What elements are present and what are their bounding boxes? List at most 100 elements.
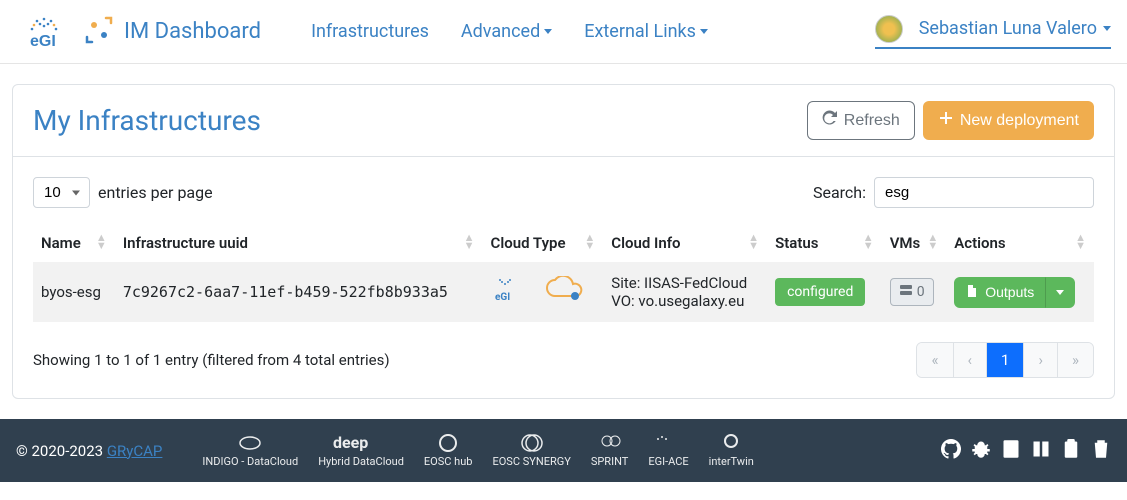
sort-icon: ▲▼ — [748, 234, 759, 250]
cell-vms: 0 — [882, 262, 947, 322]
pagination: « ‹ 1 › » — [916, 342, 1094, 378]
caret-down-icon — [1103, 26, 1111, 31]
sort-icon: ▲▼ — [464, 234, 475, 250]
col-actions[interactable]: Actions ▲▼ — [946, 224, 1094, 262]
footer-logo-indigo: INDIGO - DataCloud — [202, 433, 298, 468]
caret-down-icon — [700, 29, 708, 34]
footer-logos: INDIGO - DataCloud deepHybrid DataCloud … — [202, 433, 921, 468]
egi-logo-icon: eGI — [16, 14, 74, 50]
refresh-button[interactable]: Refresh — [807, 101, 915, 140]
col-uuid[interactable]: Infrastructure uuid ▲▼ — [115, 224, 483, 262]
plus-icon — [938, 110, 954, 131]
table-row: byos-esg 7c9267c2-6aa7-11ef-b459-522fb8b… — [33, 262, 1094, 322]
trash-icon[interactable] — [1091, 439, 1111, 463]
footer-logo-label: interTwin — [709, 455, 754, 468]
outputs-label: Outputs — [985, 284, 1034, 300]
footer-logo-label: EGI-ACE — [648, 455, 688, 468]
page-current[interactable]: 1 — [987, 343, 1024, 377]
col-vms-label: VMs — [890, 234, 921, 252]
col-cloud-type[interactable]: Cloud Type ▲▼ — [483, 224, 604, 262]
col-name-label: Name — [41, 234, 81, 252]
grycap-link[interactable]: GRyCAP — [107, 442, 163, 460]
nav-advanced[interactable]: Advanced — [461, 21, 552, 42]
cell-uuid: 7c9267c2-6aa7-11ef-b459-522fb8b933a5 — [115, 262, 483, 322]
navbar: eGI IM Dashboard Infrastructures Advance… — [0, 0, 1127, 64]
footer-logo-intertwin: interTwin — [709, 433, 754, 468]
github-icon[interactable] — [941, 439, 961, 463]
col-actions-label: Actions — [954, 234, 1005, 252]
col-status[interactable]: Status▲▼ — [767, 224, 882, 262]
brand-link[interactable]: eGI IM Dashboard — [16, 14, 261, 50]
bug-icon[interactable] — [971, 439, 991, 463]
user-name-dropdown: Sebastian Luna Valero — [919, 18, 1111, 39]
vm-badge[interactable]: 0 — [890, 278, 934, 306]
sort-icon: ▲▼ — [927, 234, 938, 250]
caret-down-icon — [1056, 290, 1064, 295]
cell-cloud-type: eGI — [483, 262, 604, 322]
entries-per-page-control: 10 entries per page — [33, 177, 213, 208]
footer-logo-label: SPRINT — [591, 455, 629, 468]
nav-links: Infrastructures Advanced External Links — [311, 21, 708, 42]
nav-user-dropdown[interactable]: Sebastian Luna Valero — [875, 15, 1111, 49]
sort-icon: ▲▼ — [584, 234, 595, 250]
im-logo-icon — [84, 15, 114, 49]
table-header-row: Name ▲▼ Infrastructure uuid ▲▼ Cloud Type ▲… — [33, 224, 1094, 262]
nav-infrastructures[interactable]: Infrastructures — [311, 21, 429, 42]
col-uuid-label: Infrastructure uuid — [123, 234, 248, 252]
cell-name: byos-esg — [33, 262, 115, 322]
table-controls: 10 entries per page Search: — [33, 177, 1094, 208]
table-info: Showing 1 to 1 of 1 entry (filtered from… — [33, 351, 390, 369]
col-vms[interactable]: VMs ▲▼ — [882, 224, 947, 262]
footer: © 2020-2023 GRyCAP INDIGO - DataCloud de… — [0, 419, 1127, 482]
outputs-button[interactable]: Outputs — [954, 277, 1045, 308]
search-input[interactable] — [874, 177, 1094, 208]
vm-count: 0 — [917, 284, 925, 300]
copyright: © 2020-2023 GRyCAP — [16, 442, 162, 460]
footer-logo-eosc-synergy: EOSC SYNERGY — [492, 433, 570, 468]
nav-advanced-label: Advanced — [461, 21, 540, 42]
page-next[interactable]: › — [1024, 343, 1058, 377]
sort-icon: ▲▼ — [96, 234, 107, 250]
book-icon[interactable] — [1031, 439, 1051, 463]
footer-logo-label: EOSC hub — [424, 455, 473, 468]
sort-icon: ▲▼ — [1075, 234, 1086, 250]
cloud-info-site: Site: IISAS-FedCloud — [611, 274, 759, 292]
nav-external-links-label: External Links — [584, 21, 696, 42]
card-actions: Refresh New deployment — [807, 101, 1094, 140]
entries-label: entries per page — [98, 183, 213, 202]
page-first[interactable]: « — [917, 343, 953, 377]
refresh-label: Refresh — [844, 112, 900, 130]
footer-logo-label: Hybrid DataCloud — [318, 455, 404, 468]
search-control: Search: — [813, 177, 1094, 208]
col-name[interactable]: Name ▲▼ — [33, 224, 115, 262]
page-prev[interactable]: ‹ — [954, 343, 988, 377]
page-title: My Infrastructures — [33, 104, 261, 137]
outputs-dropdown-toggle[interactable] — [1045, 277, 1075, 308]
clipboard-icon[interactable] — [1061, 439, 1081, 463]
svg-text:deep: deep — [333, 433, 368, 452]
col-cloud-info-label: Cloud Info — [611, 234, 680, 252]
nav-external-links[interactable]: External Links — [584, 21, 708, 42]
status-badge: configured — [775, 278, 865, 306]
col-cloud-info[interactable]: Cloud Info ▲▼ — [603, 224, 767, 262]
page-last[interactable]: » — [1058, 343, 1093, 377]
file-icon — [965, 284, 979, 301]
brand-text: IM Dashboard — [124, 19, 261, 44]
col-cloud-type-label: Cloud Type — [491, 234, 566, 252]
user-name-label: Sebastian Luna Valero — [919, 18, 1097, 39]
cell-cloud-info: Site: IISAS-FedCloud VO: vo.usegalaxy.eu — [603, 262, 767, 322]
footer-logo-label: EOSC SYNERGY — [492, 455, 570, 468]
avatar — [875, 15, 903, 43]
card-body: 10 entries per page Search: Name▲▼ Infra… — [13, 157, 1114, 398]
docs-icon[interactable] — [1001, 439, 1021, 463]
outputs-split-button: Outputs — [954, 277, 1075, 308]
cloud-type-logo: eGI — [491, 276, 587, 304]
server-icon — [899, 283, 913, 301]
cell-actions: Outputs — [946, 262, 1094, 322]
new-deployment-button[interactable]: New deployment — [923, 101, 1094, 140]
refresh-icon — [822, 110, 838, 131]
entries-select[interactable]: 10 — [33, 177, 90, 208]
svg-text:eGI: eGI — [30, 33, 56, 50]
infrastructures-card: My Infrastructures Refresh New deploymen… — [12, 84, 1115, 399]
footer-logo-eosc-hub: EOSC hub — [424, 433, 473, 468]
